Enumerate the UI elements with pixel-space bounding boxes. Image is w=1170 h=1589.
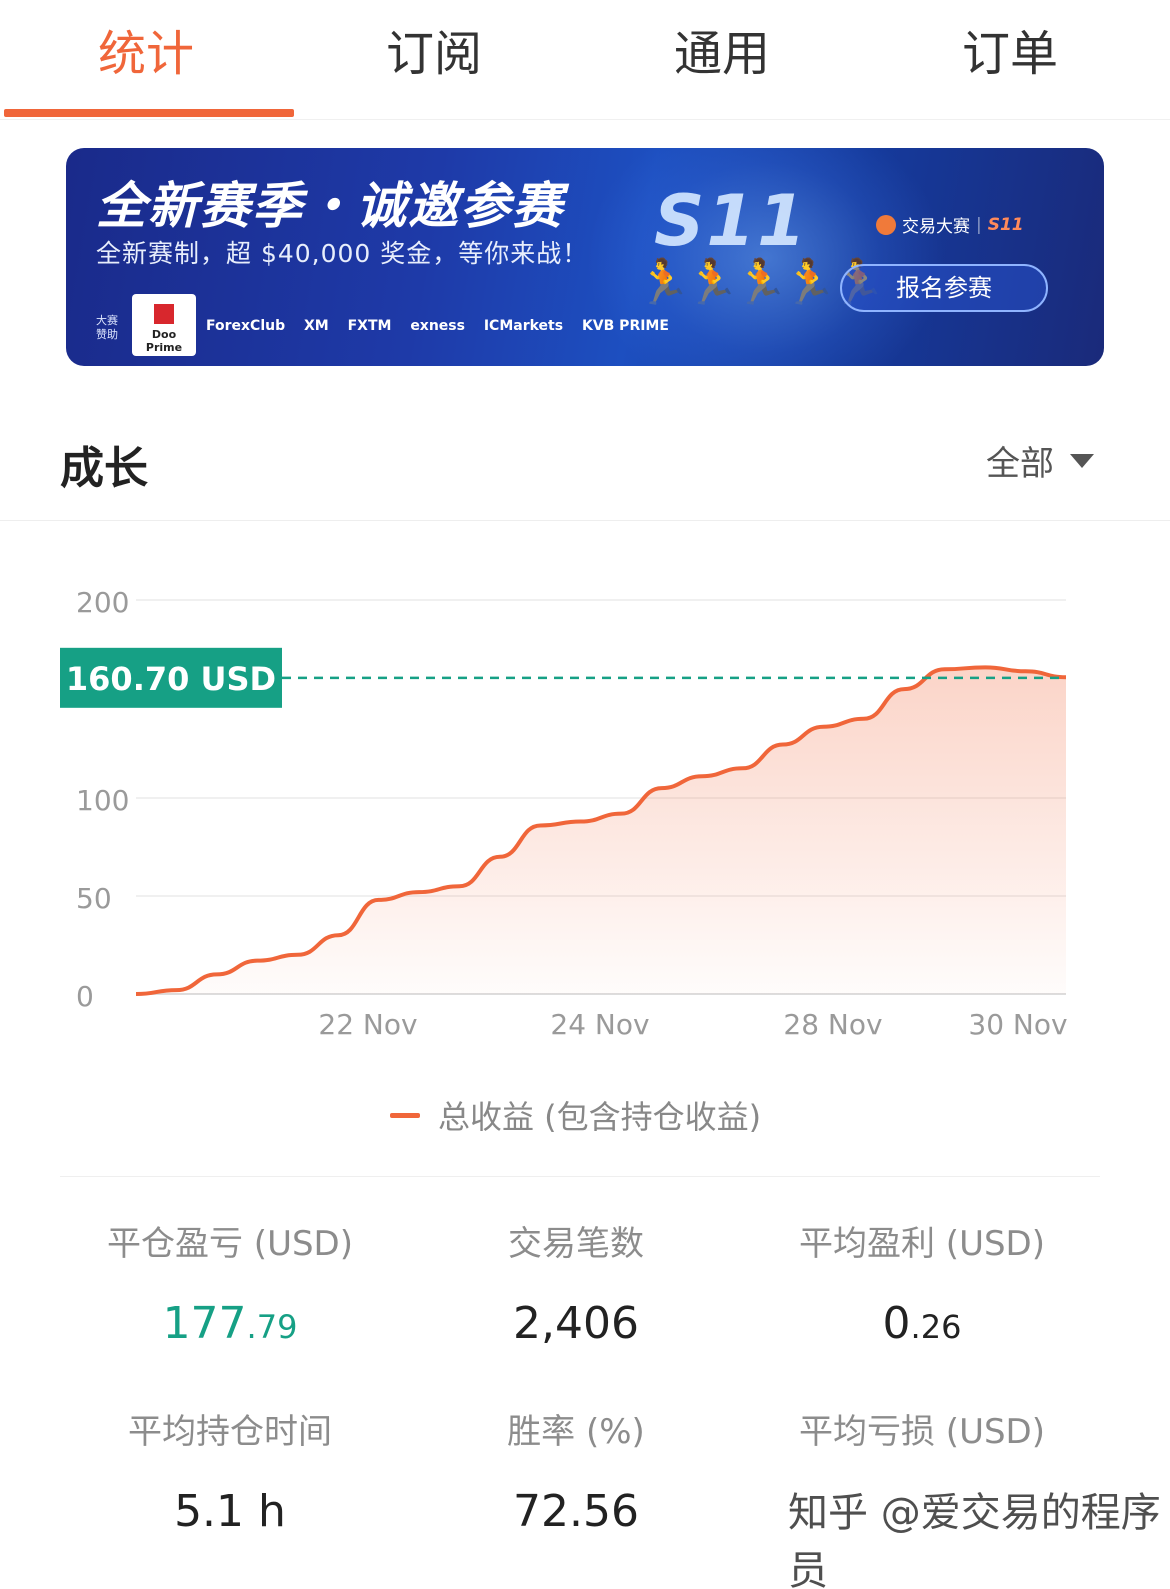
- current-value-label: 160.70 USD: [66, 660, 276, 698]
- range-selected-value: 全部: [986, 444, 1054, 484]
- stat-value-int: 72.56: [513, 1486, 639, 1537]
- sponsor-xm: XM: [303, 318, 329, 334]
- promo-banner[interactable]: 全新赛季・诚邀参赛 全新赛制，超 $40,000 奖金，等你来战！ S11 🏃🏃…: [66, 148, 1104, 366]
- stat-value-int: 0: [882, 1298, 911, 1349]
- stat-win-rate: 胜率 (%) 72.56: [396, 1410, 756, 1542]
- stat-value-int: 177: [162, 1298, 247, 1349]
- stat-value: 2,406: [396, 1294, 756, 1354]
- caret-down-icon: [1070, 453, 1094, 468]
- stat-avg-loss: 平均亏损 (USD): [742, 1410, 1102, 1482]
- y-tick-label: 100: [76, 784, 129, 817]
- stat-value: 72.56: [396, 1482, 756, 1542]
- stat-label: 平均亏损 (USD): [799, 1412, 1045, 1452]
- growth-title: 成长: [60, 443, 148, 494]
- banner-season: S11: [654, 180, 808, 262]
- sponsor-fxtm: FXTM: [347, 318, 392, 334]
- banner-title: 全新赛季・诚邀参赛: [96, 177, 564, 235]
- x-tick-label: 28 Nov: [783, 1008, 882, 1041]
- x-tick-label: 30 Nov: [968, 1008, 1067, 1041]
- tab-general[interactable]: 通用: [576, 22, 868, 86]
- legend-label: 总收益 (包含持仓收益): [438, 1098, 762, 1136]
- tab-orders[interactable]: 订单: [864, 22, 1156, 86]
- doo-prime-logo: Doo Prime: [132, 294, 196, 356]
- stat-value: 5.1 h: [50, 1482, 410, 1542]
- brand-separator: |: [976, 214, 982, 235]
- sponsor-icmarkets: ICMarkets: [483, 318, 564, 334]
- stat-label: 交易笔数: [508, 1224, 644, 1264]
- stat-trade-count: 交易笔数 2,406: [396, 1222, 756, 1354]
- y-tick-label: 0: [76, 980, 94, 1013]
- x-tick-label: 22 Nov: [318, 1008, 417, 1041]
- tab-statistics[interactable]: 统计: [0, 22, 292, 86]
- brand-logo-icon: [876, 214, 896, 235]
- stat-avg-hold-time: 平均持仓时间 5.1 h: [50, 1410, 410, 1542]
- doo-prime-text: Doo Prime: [145, 328, 183, 354]
- sponsor-exness: exness: [410, 318, 465, 334]
- chart-legend[interactable]: 总收益 (包含持仓收益): [390, 1092, 761, 1138]
- range-dropdown[interactable]: 全部: [986, 436, 1094, 485]
- stat-label: 平均持仓时间: [128, 1412, 332, 1452]
- watermark: 知乎 @爱交易的程序员: [788, 1490, 1161, 1589]
- stat-value: 177.79: [50, 1294, 410, 1357]
- brand-name: 交易大赛: [902, 217, 970, 237]
- stat-avg-profit: 平均盈利 (USD) 0.26: [742, 1222, 1102, 1357]
- y-tick-label: 50: [76, 882, 112, 915]
- tab-subscription[interactable]: 订阅: [288, 22, 580, 86]
- stat-value: 0.26: [742, 1294, 1102, 1357]
- stat-label: 胜率 (%): [507, 1412, 645, 1452]
- stat-value-dec: .79: [246, 1308, 298, 1346]
- doo-prime-icon: [154, 304, 174, 324]
- sponsor-logos: ForexClub XM FXTM exness ICMarkets KVB P…: [206, 318, 683, 334]
- stat-value-dec: .26: [910, 1308, 962, 1346]
- stat-closed-pnl: 平仓盈亏 (USD) 177.79: [50, 1222, 410, 1357]
- stat-value-int: 2,406: [513, 1298, 639, 1349]
- active-tab-indicator: [4, 109, 294, 117]
- banner-brand: 交易大赛 | S11: [876, 212, 1024, 237]
- stat-label: 平均盈利 (USD): [799, 1224, 1045, 1264]
- divider: [0, 520, 1170, 521]
- legend-swatch: [390, 1112, 420, 1118]
- chart-svg: 0 50 100 200 22 Nov 24 Nov 28 Nov 30 Nov 160.70 …: [60, 586, 1068, 1041]
- growth-chart: 0 50 100 200 22 Nov 24 Nov 28 Nov 30 Nov 160.70 …: [0, 560, 1170, 1060]
- signup-button[interactable]: 报名参赛: [840, 264, 1048, 312]
- stat-value-int: 5.1 h: [174, 1486, 286, 1537]
- stat-label: 平仓盈亏 (USD): [107, 1224, 353, 1264]
- brand-season: S11: [987, 214, 1024, 235]
- series-area: [136, 667, 1066, 994]
- tab-bar: 统计 订阅 通用 订单: [0, 0, 1170, 120]
- banner-subtitle: 全新赛制，超 $40,000 奖金，等你来战！: [96, 239, 589, 268]
- x-tick-label: 24 Nov: [550, 1008, 649, 1041]
- sponsor-label: 大赛赞助: [96, 314, 118, 341]
- sponsor-kvb: KVB PRIME: [581, 318, 669, 334]
- sponsor-forexclub: ForexClub: [206, 318, 286, 334]
- divider: [60, 1176, 1100, 1177]
- y-tick-label: 200: [76, 586, 129, 619]
